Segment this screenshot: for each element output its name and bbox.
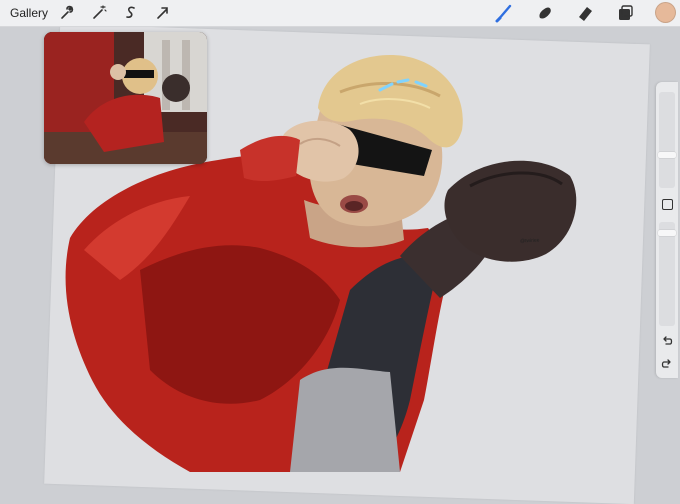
reference-photo xyxy=(44,32,207,164)
redo-icon[interactable] xyxy=(660,357,674,371)
brush-icon[interactable] xyxy=(494,2,516,24)
layers-icon[interactable] xyxy=(614,2,636,24)
brush-size-thumb[interactable] xyxy=(658,152,676,158)
right-sidebar xyxy=(656,82,678,378)
artwork-left-arm xyxy=(240,135,300,182)
top-toolbar: Gallery xyxy=(0,0,680,27)
brush-size-slider[interactable] xyxy=(659,92,675,188)
opacity-thumb[interactable] xyxy=(658,230,676,236)
opacity-slider[interactable] xyxy=(659,222,675,326)
artwork-watermark: @twiriee xyxy=(519,237,540,245)
artwork-undershirt xyxy=(290,367,400,472)
wrench-icon[interactable] xyxy=(58,4,76,22)
magic-wand-icon[interactable] xyxy=(90,4,108,22)
current-color-swatch[interactable] xyxy=(656,3,675,22)
reference-window[interactable] xyxy=(44,32,207,164)
undo-icon[interactable] xyxy=(660,334,674,348)
selection-s-icon[interactable] xyxy=(122,4,140,22)
gallery-button[interactable]: Gallery xyxy=(10,6,48,20)
eraser-icon[interactable] xyxy=(574,2,596,24)
smudge-icon[interactable] xyxy=(534,2,556,24)
arrow-cursor-icon[interactable] xyxy=(154,4,172,22)
modify-button[interactable] xyxy=(662,199,673,210)
